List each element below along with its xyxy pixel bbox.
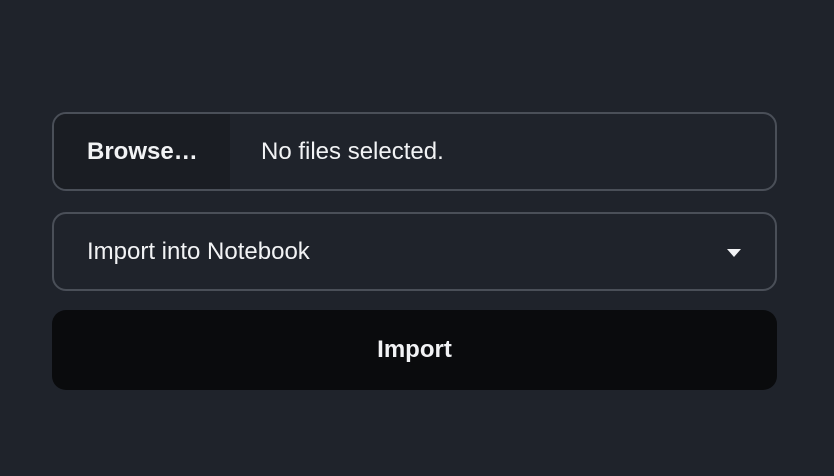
import-destination-select[interactable]: Import into Notebook: [52, 212, 777, 291]
import-form: Browse… No files selected. Import into N…: [52, 112, 777, 390]
chevron-down-icon: [727, 248, 741, 257]
file-input[interactable]: Browse… No files selected.: [52, 112, 777, 191]
select-value: Import into Notebook: [87, 237, 310, 265]
browse-button[interactable]: Browse…: [54, 114, 230, 189]
file-status-text: No files selected.: [261, 137, 444, 165]
import-button[interactable]: Import: [52, 310, 777, 390]
